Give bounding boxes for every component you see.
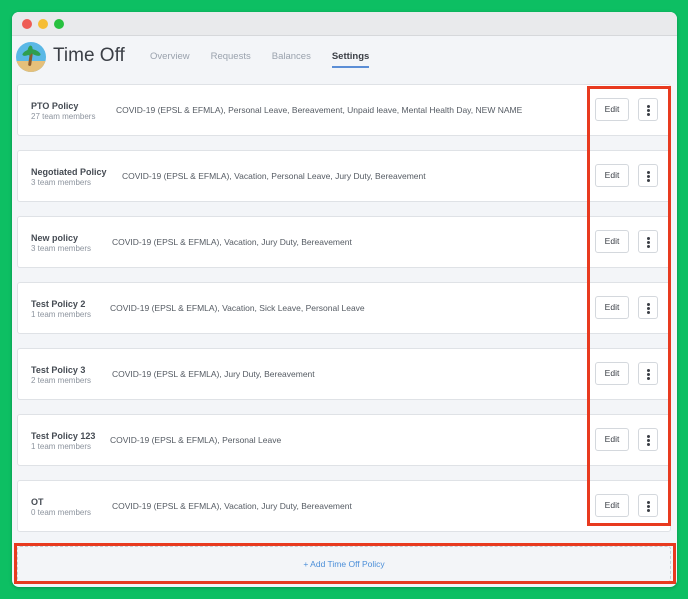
policy-name: Test Policy 123: [31, 431, 96, 441]
tab-bar: Overview Requests Balances Settings: [150, 51, 390, 68]
policy-leave-types: COVID-19 (EPSL & EFMLA), Vacation, Jury …: [112, 501, 352, 511]
policy-member-count: 3 team members: [31, 178, 92, 187]
policy-name: Test Policy 2: [31, 299, 86, 309]
policy-leave-types: COVID-19 (EPSL & EFMLA), Jury Duty, Bere…: [112, 369, 315, 379]
policy-name: New policy: [31, 233, 79, 243]
more-options-button[interactable]: [638, 494, 658, 517]
tab-requests[interactable]: Requests: [211, 51, 251, 68]
edit-policy-button[interactable]: Edit: [595, 428, 629, 451]
policy-name: Test Policy 3: [31, 365, 86, 375]
policy-member-count: 1 team members: [31, 310, 92, 319]
more-options-button[interactable]: [638, 362, 658, 385]
minimize-window-icon[interactable]: [38, 19, 48, 29]
policy-card-new: New policy 3 team members COVID-19 (EPSL…: [17, 216, 671, 268]
policy-leave-types: COVID-19 (EPSL & EFMLA), Personal Leave,…: [116, 105, 523, 115]
policy-leave-types: COVID-19 (EPSL & EFMLA), Vacation, Perso…: [122, 171, 426, 181]
vertical-dots-icon: [647, 171, 650, 174]
policy-card-test-2: Test Policy 2 1 team members COVID-19 (E…: [17, 282, 671, 334]
policy-member-count: 3 team members: [31, 244, 92, 253]
vertical-dots-icon: [647, 303, 650, 306]
app-window: Time Off Overview Requests Balances Sett…: [12, 12, 677, 587]
vertical-dots-icon: [647, 501, 650, 504]
close-window-icon[interactable]: [22, 19, 32, 29]
policy-card-pto: PTO Policy 27 team members COVID-19 (EPS…: [17, 84, 671, 136]
policy-member-count: 1 team members: [31, 442, 92, 451]
policy-name: PTO Policy: [31, 101, 79, 111]
more-options-button[interactable]: [638, 296, 658, 319]
edit-policy-button[interactable]: Edit: [595, 230, 629, 253]
policy-card-negotiated: Negotiated Policy 3 team members COVID-1…: [17, 150, 671, 202]
edit-policy-button[interactable]: Edit: [595, 362, 629, 385]
policy-leave-types: COVID-19 (EPSL & EFMLA), Personal Leave: [110, 435, 282, 445]
policy-member-count: 0 team members: [31, 508, 92, 517]
vertical-dots-icon: [647, 237, 650, 240]
policy-card-test-123: Test Policy 123 1 team members COVID-19 …: [17, 414, 671, 466]
policy-leave-types: COVID-19 (EPSL & EFMLA), Vacation, Sick …: [110, 303, 365, 313]
policy-leave-types: COVID-19 (EPSL & EFMLA), Vacation, Jury …: [112, 237, 352, 247]
edit-policy-button[interactable]: Edit: [595, 296, 629, 319]
tab-overview[interactable]: Overview: [150, 51, 190, 68]
tab-settings[interactable]: Settings: [331, 51, 370, 68]
window-titlebar: [12, 12, 677, 36]
more-options-button[interactable]: [638, 164, 658, 187]
more-options-button[interactable]: [638, 98, 658, 121]
policy-card-test-3: Test Policy 3 2 team members COVID-19 (E…: [17, 348, 671, 400]
app-header: Time Off Overview Requests Balances Sett…: [12, 36, 677, 80]
tab-balances[interactable]: Balances: [272, 51, 311, 68]
more-options-button[interactable]: [638, 428, 658, 451]
edit-policy-button[interactable]: Edit: [595, 98, 629, 121]
beach-palm-icon: [16, 42, 46, 72]
edit-policy-button[interactable]: Edit: [595, 494, 629, 517]
vertical-dots-icon: [647, 369, 650, 372]
policy-member-count: 2 team members: [31, 376, 92, 385]
add-time-off-policy-button[interactable]: + Add Time Off Policy: [17, 546, 671, 582]
policy-member-count: 27 team members: [31, 112, 96, 121]
policy-name: OT: [31, 497, 44, 507]
vertical-dots-icon: [647, 105, 650, 108]
maximize-window-icon[interactable]: [54, 19, 64, 29]
policy-name: Negotiated Policy: [31, 167, 107, 177]
more-options-button[interactable]: [638, 230, 658, 253]
vertical-dots-icon: [647, 435, 650, 438]
app-title: Time Off: [53, 45, 125, 66]
policy-card-ot: OT 0 team members COVID-19 (EPSL & EFMLA…: [17, 480, 671, 532]
edit-policy-button[interactable]: Edit: [595, 164, 629, 187]
